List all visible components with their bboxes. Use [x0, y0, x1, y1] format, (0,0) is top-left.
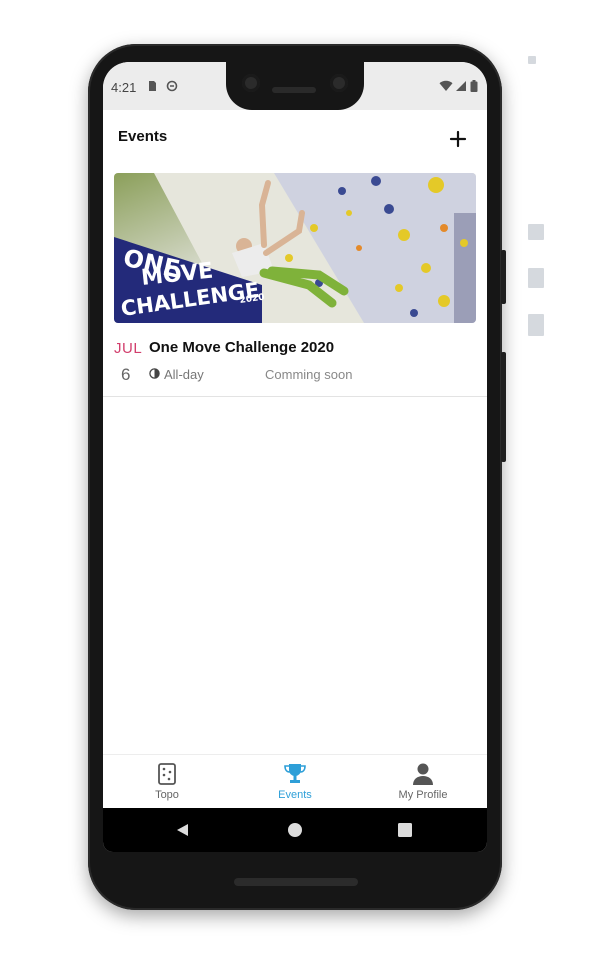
event-image: ONE MOVE CHALLENGE 2020 [114, 173, 476, 323]
status-bar: 4:21 [103, 62, 487, 110]
floating-dot [528, 314, 544, 336]
floating-dot [528, 224, 544, 240]
tab-events-label: Events [278, 789, 312, 801]
tab-topo-label: Topo [155, 789, 179, 801]
event-card[interactable]: ONE MOVE CHALLENGE 2020 JUL One Move Cha… [103, 170, 487, 397]
sd-card-icon [149, 81, 156, 91]
phone-screen: 4:21 Events ONE MOVE CHALLENGE 2020 JUL … [103, 62, 487, 852]
tab-topo[interactable]: Topo [103, 755, 231, 809]
data-saver-icon [166, 80, 178, 92]
back-icon[interactable] [174, 821, 192, 839]
bottom-nav: Topo Events My Profile [103, 754, 487, 809]
event-day: 6 [121, 365, 131, 384]
floating-dot [528, 268, 544, 288]
camera-notch [226, 62, 364, 110]
event-month: JUL [114, 340, 143, 357]
recents-icon[interactable] [396, 821, 414, 839]
clock-icon [149, 368, 160, 379]
status-time: 4:21 [111, 80, 137, 95]
person-icon [413, 763, 433, 785]
power-button [501, 352, 506, 462]
add-icon[interactable] [443, 124, 473, 154]
front-camera [242, 74, 260, 92]
volume-button [501, 250, 506, 304]
wifi-icon [439, 80, 453, 91]
event-title: One Move Challenge 2020 [149, 339, 335, 356]
page-title: Events [118, 128, 168, 145]
front-camera [330, 74, 348, 92]
floating-dot [528, 56, 536, 64]
tab-my-profile-label: My Profile [398, 789, 448, 801]
event-time: All-day [164, 367, 204, 382]
speaker-grill [234, 878, 358, 886]
tab-my-profile[interactable]: My Profile [359, 755, 487, 809]
earpiece [272, 87, 316, 93]
topo-icon [158, 763, 176, 785]
event-photo: ONE MOVE CHALLENGE 2020 [114, 173, 476, 323]
tab-events[interactable]: Events [231, 755, 359, 809]
home-icon[interactable] [286, 821, 304, 839]
system-nav-bar [103, 808, 487, 852]
trophy-icon [284, 764, 306, 783]
signal-icon [456, 81, 466, 91]
battery-icon [470, 80, 478, 92]
event-status: Comming soon [265, 367, 353, 382]
